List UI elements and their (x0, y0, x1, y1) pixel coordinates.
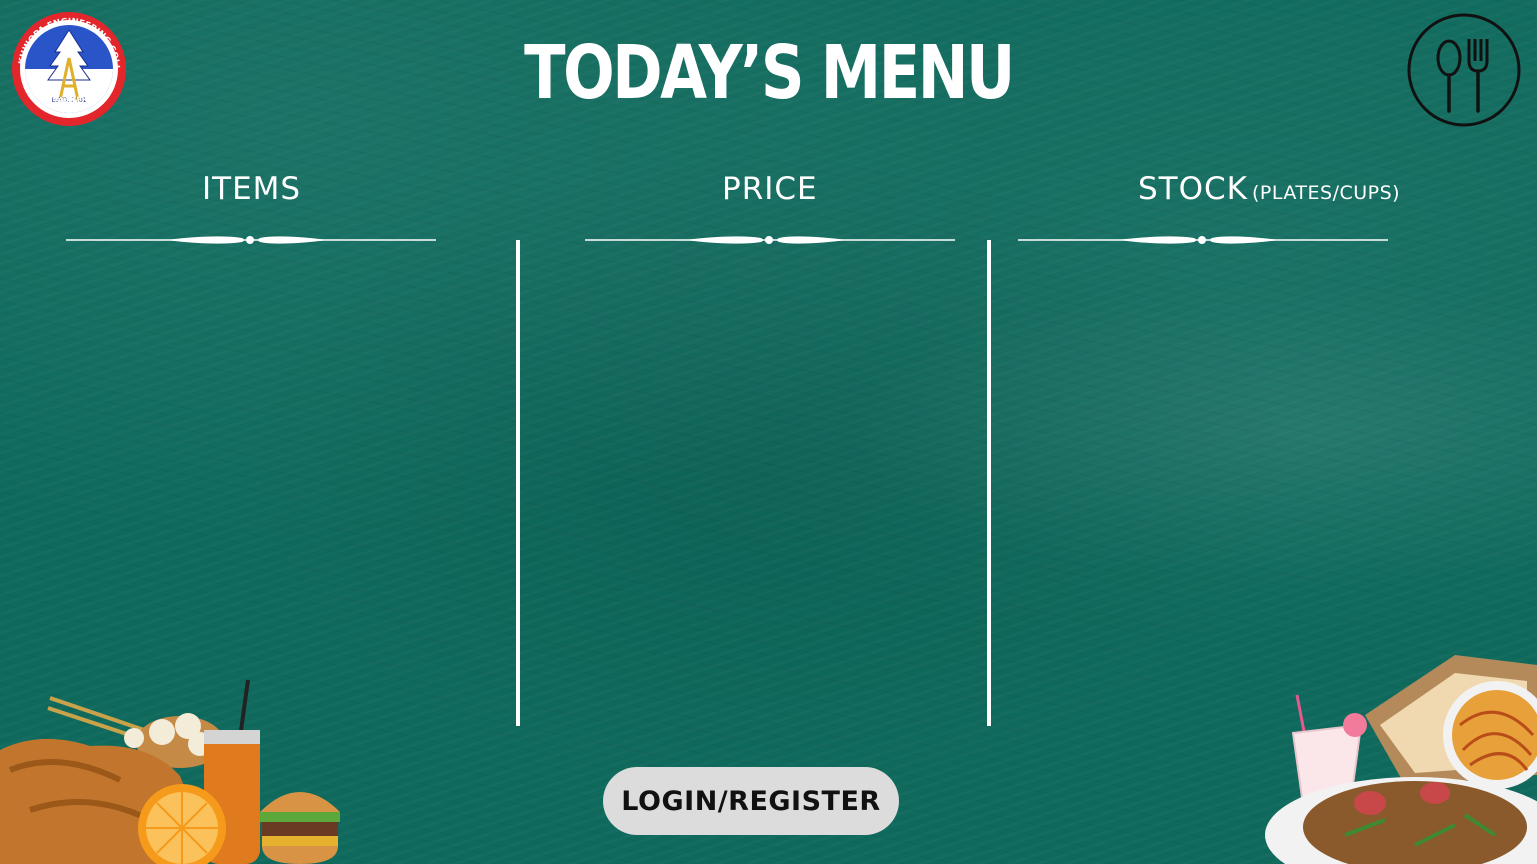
column-separator (987, 240, 991, 726)
column-header-price-label: PRICE (722, 171, 818, 207)
column-header-items: ITEMS (202, 171, 301, 207)
column-separator (516, 240, 520, 726)
college-logo-icon: KHWOPA ENGINEERING COLLEGE ESTD. 2001 BH… (10, 10, 126, 126)
column-header-stock-unit: (PLATES/CUPS) (1252, 182, 1401, 204)
column-header-stock-label: STOCK (1138, 171, 1248, 207)
ornament-divider-stock (1018, 236, 1388, 244)
column-header-stock: STOCK (PLATES/CUPS) (1138, 171, 1400, 207)
column-header-items-label: ITEMS (202, 171, 302, 207)
login-register-button[interactable]: LOGIN/REGISTER (603, 767, 899, 835)
ornament-divider-items (66, 236, 436, 244)
column-header-price: PRICE (722, 171, 818, 207)
ornament-divider-price (585, 236, 955, 244)
spoon-fork-icon (1407, 13, 1521, 127)
food-illustration-right (1265, 655, 1537, 864)
page-title: TODAY’S MENU (524, 30, 1015, 116)
food-illustration-left (0, 680, 340, 864)
